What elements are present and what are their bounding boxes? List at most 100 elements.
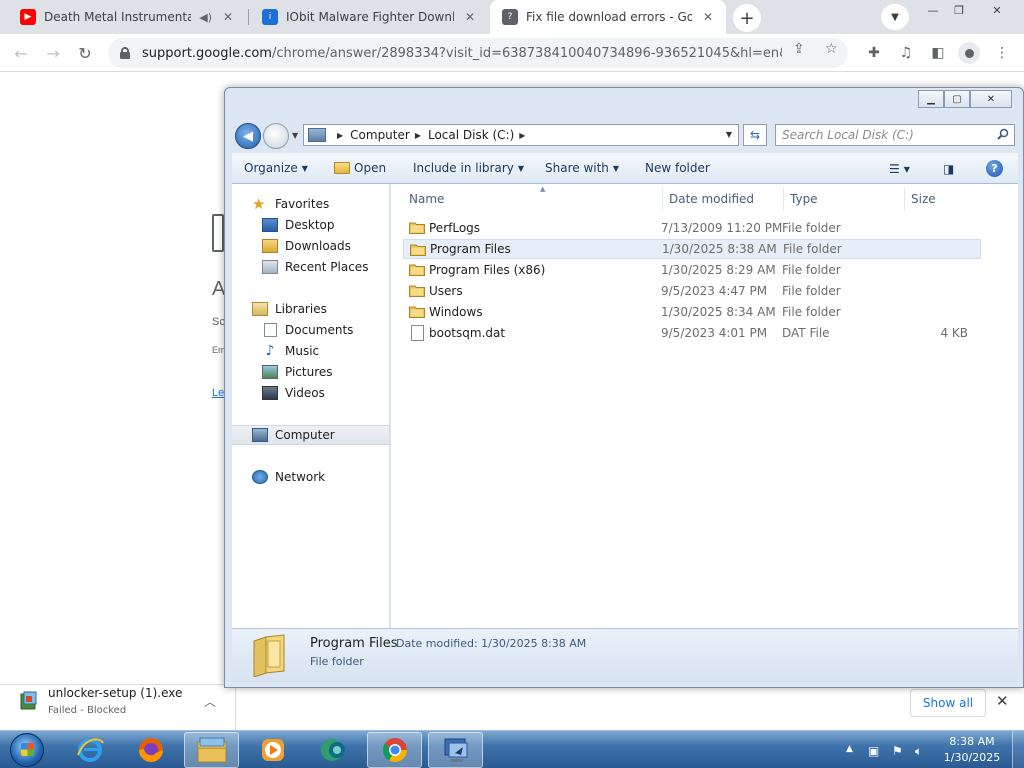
close-window-icon[interactable]: ✕ xyxy=(970,90,1012,108)
nav-recent-places[interactable]: Recent Places xyxy=(232,257,390,277)
nav-music[interactable]: ♪ Music xyxy=(232,341,390,361)
close-icon[interactable]: ✕ xyxy=(700,10,716,24)
show-all-button[interactable]: Show all xyxy=(910,689,986,717)
column-header-name[interactable]: Name ▲ xyxy=(403,185,663,211)
nav-desktop[interactable]: Desktop xyxy=(232,215,390,235)
search-input[interactable] xyxy=(776,125,986,145)
volume-icon[interactable]: 🔈︎ xyxy=(915,744,922,759)
forward-arrow-icon[interactable] xyxy=(263,123,289,149)
download-item[interactable]: unlocker-setup (1).exe Failed - Blocked … xyxy=(0,685,236,731)
tab-iobit[interactable]: i IObit Malware Fighter Download ✕ xyxy=(250,0,488,34)
tab-fix-download-errors[interactable]: ? Fix file download errors - Google ✕ xyxy=(490,0,726,34)
tab-search-button[interactable]: ▼ xyxy=(881,4,909,30)
folder-icon xyxy=(409,285,425,297)
close-window-icon[interactable]: ✕ xyxy=(982,0,1012,20)
media-control-icon[interactable]: ♫ xyxy=(896,44,916,62)
column-header-size[interactable]: Size xyxy=(905,187,985,211)
url-text[interactable]: support.google.com/chrome/answer/2898334… xyxy=(142,46,782,61)
file-row[interactable]: Program Files (x86) 1/30/2025 8:29 AM File… xyxy=(403,260,981,280)
system-clock[interactable]: 8:38 AM 1/30/2025 xyxy=(940,734,1004,766)
file-row[interactable]: PerfLogs 7/13/2009 11:20 PM File folder xyxy=(403,218,981,238)
restore-icon[interactable]: ❐ xyxy=(944,0,974,20)
file-row[interactable]: Program Files 1/30/2025 8:38 AM File folde… xyxy=(403,239,981,259)
column-header-type[interactable]: Type xyxy=(784,187,905,211)
side-panel-icon[interactable]: ◧ xyxy=(928,44,948,62)
app-icon[interactable] xyxy=(306,732,361,768)
internet-explorer-icon[interactable] xyxy=(62,732,117,768)
search-box[interactable] xyxy=(775,124,1015,146)
column-header-date-modified[interactable]: Date modified xyxy=(663,187,784,211)
minimize-icon[interactable]: ▁ xyxy=(918,90,944,108)
address-bar[interactable]: support.google.com/chrome/answer/2898334… xyxy=(108,38,848,68)
organize-button[interactable]: Organize ▼ xyxy=(244,161,308,175)
bookmark-star-icon[interactable]: ☆ xyxy=(825,41,838,57)
folder-large-icon xyxy=(253,634,285,677)
maximize-icon[interactable]: ▢ xyxy=(944,90,970,108)
lock-icon[interactable] xyxy=(120,47,130,59)
search-icon[interactable] xyxy=(997,128,1009,140)
change-view-button[interactable]: ☰ ▼ xyxy=(889,160,910,178)
nav-computer[interactable]: Computer xyxy=(232,425,390,445)
iobit-icon: i xyxy=(262,9,278,25)
close-icon[interactable]: ✕ xyxy=(220,10,236,24)
menu-kebab-icon[interactable]: ⋮ xyxy=(992,44,1012,62)
extensions-icon[interactable]: ✚ xyxy=(864,44,884,62)
nav-videos[interactable]: Videos xyxy=(232,383,390,403)
close-icon[interactable]: ✕ xyxy=(462,10,478,24)
open-button[interactable]: Open xyxy=(334,161,386,175)
recent-pages-dropdown-icon[interactable]: ▼ xyxy=(292,131,298,140)
media-player-icon[interactable] xyxy=(245,732,300,768)
back-arrow-icon[interactable]: ◀ xyxy=(235,123,261,149)
firefox-icon[interactable] xyxy=(123,732,178,768)
speaker-icon[interactable]: ◀) xyxy=(199,11,212,24)
breadcrumb-computer[interactable]: Computer xyxy=(350,128,410,142)
show-desktop-button[interactable] xyxy=(1012,731,1024,768)
reload-icon[interactable]: ↻ xyxy=(72,40,98,66)
nav-network[interactable]: Network xyxy=(232,467,390,487)
refresh-icon[interactable]: ⇆ xyxy=(743,124,767,146)
breadcrumb-local-disk[interactable]: Local Disk (C:) xyxy=(428,128,514,142)
remote-desktop-icon[interactable] xyxy=(428,732,483,768)
nav-favorites[interactable]: ★ Favorites xyxy=(232,194,390,214)
chrome-icon[interactable] xyxy=(367,732,422,768)
start-button[interactable] xyxy=(10,733,44,767)
nav-pictures[interactable]: Pictures xyxy=(232,362,390,382)
chevron-down-icon: ▼ xyxy=(517,163,525,173)
new-tab-button[interactable]: + xyxy=(733,4,761,32)
tab-death-metal[interactable]: ▶ Death Metal Instrumental // ◀) ✕ xyxy=(8,0,246,34)
address-dropdown-icon[interactable]: ▼ xyxy=(726,130,732,139)
command-bar: Organize ▼ Open Include in library ▼ Share… xyxy=(232,153,1018,184)
action-center-flag-icon[interactable]: ⚑ xyxy=(892,744,903,758)
installer-file-icon xyxy=(20,691,37,710)
nav-documents[interactable]: Documents xyxy=(232,320,390,340)
preview-pane-button[interactable]: ◨ xyxy=(943,160,954,178)
profile-avatar-icon[interactable] xyxy=(958,42,980,64)
nav-downloads[interactable]: Downloads xyxy=(232,236,390,256)
page-link-fragment[interactable]: Le xyxy=(212,387,224,399)
share-icon[interactable]: ⇪ xyxy=(793,41,805,57)
address-breadcrumb[interactable]: ▶ Computer ▶ Local Disk (C:) ▶ ▼ xyxy=(303,124,739,146)
tab-separator xyxy=(248,9,249,25)
share-with-button[interactable]: Share with ▼ xyxy=(545,161,619,175)
nav-libraries[interactable]: Libraries xyxy=(232,299,390,319)
help-icon[interactable]: ? xyxy=(986,160,1003,177)
file-row[interactable]: bootsqm.dat 9/5/2023 4:01 PM DAT File 4 KB xyxy=(403,323,981,343)
chevron-right-icon[interactable]: ▶ xyxy=(519,131,525,140)
close-icon[interactable]: ✕ xyxy=(996,692,1009,710)
chevron-right-icon[interactable]: ▶ xyxy=(415,131,421,140)
include-in-library-button[interactable]: Include in library ▼ xyxy=(413,161,524,175)
chevron-up-icon[interactable]: ︿ xyxy=(204,693,216,710)
file-row[interactable]: Users 9/5/2023 4:47 PM File folder xyxy=(403,281,981,301)
back-icon[interactable]: ← xyxy=(8,40,34,66)
folder-icon xyxy=(409,306,425,318)
file-row[interactable]: Windows 1/30/2025 8:34 AM File folder xyxy=(403,302,981,322)
windows-explorer-icon[interactable] xyxy=(184,732,239,768)
libraries-icon xyxy=(252,302,268,316)
show-hidden-icons-icon[interactable]: ▲ xyxy=(846,744,853,754)
network-tray-icon[interactable]: ▣ xyxy=(868,744,879,758)
sort-ascending-icon: ▲ xyxy=(540,185,546,193)
forward-icon[interactable]: → xyxy=(40,40,66,66)
preview-pane-icon: ◨ xyxy=(943,162,955,176)
chevron-right-icon[interactable]: ▶ xyxy=(337,131,343,140)
new-folder-button[interactable]: New folder xyxy=(645,161,710,175)
